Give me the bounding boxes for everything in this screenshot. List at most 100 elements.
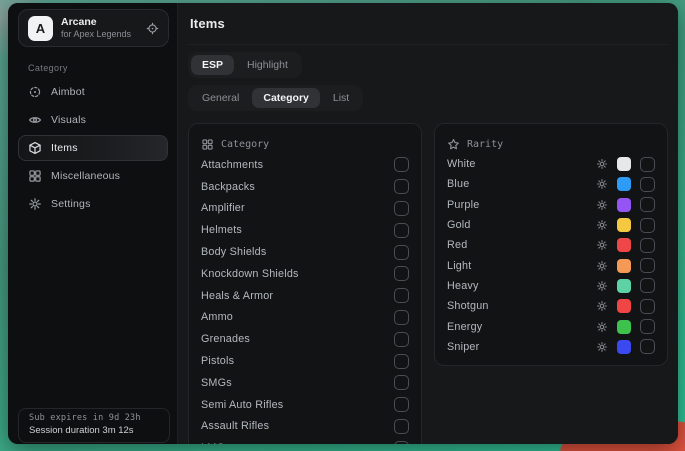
app-header-card: A Arcane for Apex Legends [18,9,169,47]
rarity-item-label: Sniper [447,341,479,353]
gear-icon[interactable] [596,321,608,333]
color-swatch[interactable] [617,218,631,232]
sidebar-item-label: Aimbot [51,86,85,98]
color-swatch[interactable] [617,259,631,273]
category-item-label: Backpacks [201,181,255,193]
mode-option-highlight[interactable]: Highlight [236,55,299,75]
gear-icon[interactable] [596,260,608,272]
sidebar-item-visuals[interactable]: Visuals [18,107,168,133]
gear-icon[interactable] [596,341,608,353]
rarity-controls [596,218,655,233]
tab-category[interactable]: Category [252,88,320,108]
category-checkbox[interactable] [394,179,409,194]
color-swatch[interactable] [617,238,631,252]
rarity-panel: Rarity WhiteBluePurpleGoldRedLightHeavyS… [434,123,668,366]
rarity-checkbox[interactable] [640,238,655,253]
rarity-row: Red [447,235,655,255]
category-checkbox[interactable] [394,157,409,172]
rarity-controls [596,197,655,212]
rarity-checkbox[interactable] [640,197,655,212]
category-panel: Category AttachmentsBackpacksAmplifierHe… [188,123,422,444]
sidebar-item-aimbot[interactable]: Aimbot [18,79,168,105]
sidebar-nav: Aimbot Visuals Items Miscellaneous Settings [8,79,177,217]
gear-icon[interactable] [596,239,608,251]
category-row: Semi Auto Rifles [201,394,409,416]
category-row: SMGs [201,372,409,394]
rarity-list: WhiteBluePurpleGoldRedLightHeavyShotgunE… [447,154,655,357]
category-item-label: Helmets [201,224,242,236]
rarity-checkbox[interactable] [640,319,655,334]
rarity-checkbox[interactable] [640,177,655,192]
gear-icon[interactable] [596,178,608,190]
rarity-checkbox[interactable] [640,339,655,354]
category-row: Ammo [201,307,409,329]
category-checkbox[interactable] [394,354,409,369]
rarity-controls [596,278,655,293]
color-swatch[interactable] [617,320,631,334]
category-item-label: Assault Rifles [201,420,269,432]
sidebar-item-label: Settings [51,198,91,210]
gear-icon[interactable] [596,199,608,211]
scope-icon [28,85,42,99]
category-item-label: Pistols [201,355,234,367]
mode-option-esp[interactable]: ESP [191,55,234,75]
rarity-checkbox[interactable] [640,258,655,273]
rarity-row: Energy [447,316,655,336]
category-checkbox[interactable] [394,310,409,325]
main-content: Items ESPHighlight GeneralCategoryList C… [178,3,678,444]
rarity-controls [596,319,655,334]
gear-icon [28,197,42,211]
color-swatch[interactable] [617,279,631,293]
category-checkbox[interactable] [394,419,409,434]
category-checkbox[interactable] [394,397,409,412]
sidebar-item-items[interactable]: Items [18,135,168,161]
gear-icon[interactable] [596,280,608,292]
category-item-label: Amplifier [201,202,245,214]
color-swatch[interactable] [617,299,631,313]
category-grid-icon [201,138,214,151]
gear-icon[interactable] [596,219,608,231]
sidebar-item-miscellaneous[interactable]: Miscellaneous [18,163,168,189]
session-card: Sub expires in 9d 23h Session duration 3… [18,408,170,443]
rarity-checkbox[interactable] [640,157,655,172]
rarity-panel-title: Rarity [467,139,503,150]
color-swatch[interactable] [617,198,631,212]
category-list: AttachmentsBackpacksAmplifierHelmetsBody… [201,154,409,444]
rarity-checkbox[interactable] [640,218,655,233]
gear-icon[interactable] [596,300,608,312]
category-item-label: Ammo [201,311,233,323]
crosshair-icon[interactable] [146,22,159,35]
color-swatch[interactable] [617,177,631,191]
category-checkbox[interactable] [394,245,409,260]
rarity-row: White [447,154,655,174]
category-item-label: Semi Auto Rifles [201,399,283,411]
category-checkbox[interactable] [394,375,409,390]
category-checkbox[interactable] [394,223,409,238]
category-row: Amplifier [201,198,409,220]
color-swatch[interactable] [617,157,631,171]
category-checkbox[interactable] [394,441,409,444]
rarity-checkbox[interactable] [640,299,655,314]
tab-bar-wrap: GeneralCategoryList [188,85,668,111]
category-checkbox[interactable] [394,288,409,303]
category-row: LMGs [201,437,409,444]
category-item-label: Body Shields [201,246,266,258]
category-panel-title: Category [221,139,269,150]
category-checkbox[interactable] [394,332,409,347]
app-titles: Arcane for Apex Legends [61,16,131,40]
category-row: Assault Rifles [201,416,409,438]
gear-icon[interactable] [596,158,608,170]
rarity-item-label: Red [447,239,467,251]
category-item-label: SMGs [201,377,232,389]
rarity-item-label: Light [447,260,471,272]
sidebar-item-settings[interactable]: Settings [18,191,168,217]
panels-row: Category AttachmentsBackpacksAmplifierHe… [188,123,668,444]
rarity-row: Shotgun [447,296,655,316]
tab-list[interactable]: List [322,88,360,108]
category-checkbox[interactable] [394,266,409,281]
sidebar-item-label: Items [51,142,78,154]
color-swatch[interactable] [617,340,631,354]
tab-general[interactable]: General [191,88,250,108]
category-checkbox[interactable] [394,201,409,216]
rarity-checkbox[interactable] [640,278,655,293]
